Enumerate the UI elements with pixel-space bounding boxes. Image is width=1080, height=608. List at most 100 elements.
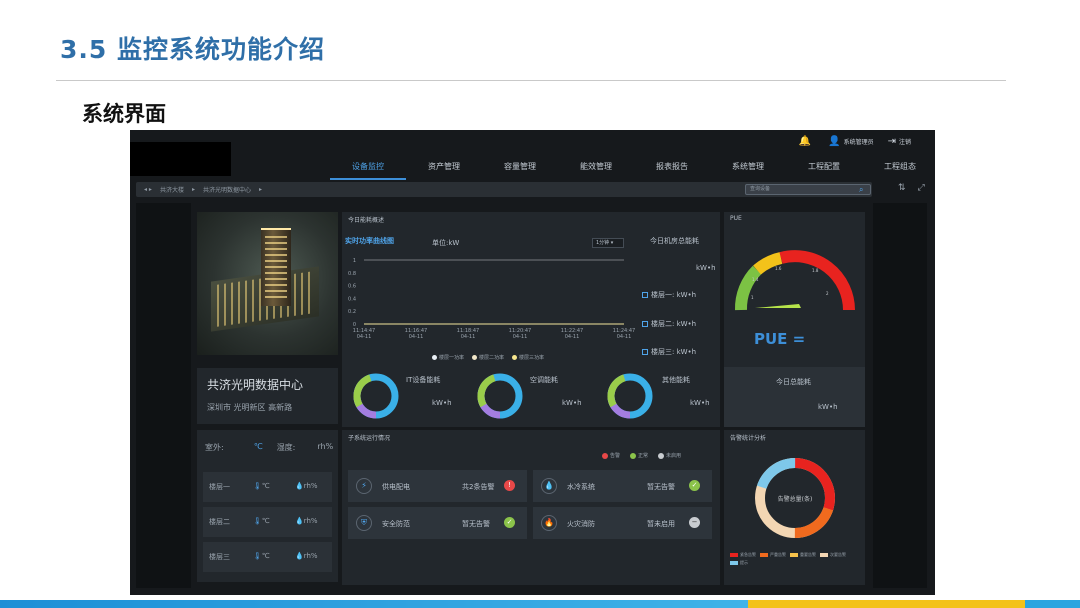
tool-icons: ⇅ ⤢ [898, 183, 925, 193]
shield-icon: ⛨ [356, 515, 372, 531]
nav-topology[interactable]: 工程组态 [862, 158, 935, 180]
daily-energy-title: 今日机房总能耗 [650, 237, 699, 245]
legend-alarm: 告警 [602, 452, 620, 459]
y-tick-label: 0.8 [348, 271, 356, 277]
nav-reports[interactable]: 报表报告 [634, 158, 710, 180]
nav-asset[interactable]: 资产管理 [406, 158, 482, 180]
daily-total-unit: kW•h [818, 403, 838, 411]
legend-item[interactable]: 楼层三功率 [512, 354, 544, 361]
legend-item[interactable]: 次要告警 [820, 552, 846, 558]
chart-title: 实时功率曲线图 [345, 237, 394, 245]
legend-item[interactable]: 楼层二功率 [472, 354, 504, 361]
card-title: 子系统运行情况 [348, 435, 391, 442]
gauge-tick: 1 [751, 295, 754, 300]
thermometer-icon: 🌡 [253, 552, 262, 560]
pue-value: PUE = [754, 330, 806, 348]
user-label: 系统管理员 [843, 139, 874, 146]
nav-capacity[interactable]: 容量管理 [482, 158, 558, 180]
main-nav: 设备监控 资产管理 容量管理 能效管理 报表报告 系统管理 工程配置 工程组态 [330, 158, 935, 180]
bell-icon[interactable]: 🔔 [799, 136, 811, 147]
ring-unit: kW•h [432, 399, 452, 407]
logout-label: 注销 [898, 139, 911, 146]
outdoor-label: 室外: [205, 443, 224, 452]
left-gutter [136, 203, 191, 588]
gauge-tick: 2 [826, 291, 829, 296]
nav-device-monitor[interactable]: 设备监控 [330, 158, 406, 180]
breadcrumb-item-datacenter[interactable]: 共济光明数据中心 [203, 185, 251, 194]
nav-config[interactable]: 工程配置 [786, 158, 862, 180]
floor-energy-2[interactable]: 楼层二: kW•h [642, 319, 696, 329]
y-tick-label: 0.4 [348, 296, 356, 302]
subsystem-status: 共2条告警 [462, 483, 495, 491]
subsystem-name: 安全防范 [382, 520, 410, 528]
search-icon[interactable]: ⌕ [859, 185, 863, 195]
gauge-tick: 1.8 [812, 268, 819, 273]
legend-item[interactable]: 楼层一功率 [432, 354, 464, 361]
subsystem-name: 火灾消防 [567, 520, 595, 528]
interval-select[interactable]: 1分钟 ▾ [592, 238, 624, 248]
sort-icon[interactable]: ⇅ [898, 183, 906, 193]
floor-energy-1[interactable]: 楼层一: kW•h [642, 290, 696, 300]
daily-energy-unit: kW•h [696, 264, 716, 272]
floor-humidity: 💧rh% [295, 552, 318, 560]
water-drop-icon: 💧 [295, 482, 304, 490]
checkbox[interactable] [642, 292, 648, 298]
subsystem-security[interactable]: ⛨ 安全防范 暂无告警 ✓ [348, 507, 527, 539]
floor-env-2: 楼层二 🌡℃ 💧rh% [203, 507, 332, 537]
ac-energy-ring [477, 373, 523, 419]
card-title: 今日能耗概述 [348, 217, 385, 224]
footer-bar-blue [0, 600, 748, 608]
x-tick-label: 04-11 [617, 334, 632, 340]
floor-temp: 🌡℃ [253, 482, 270, 490]
ring-label: IT设备能耗 [406, 376, 441, 384]
legend-item[interactable]: 重要告警 [790, 552, 816, 558]
breadcrumb-item-building[interactable]: 共济大楼 [160, 185, 184, 194]
legend-item[interactable]: 提示 [730, 560, 748, 566]
subsystem-status: 暂无告警 [647, 483, 675, 491]
daily-total-title: 今日总能耗 [776, 378, 811, 386]
x-tick-label: 04-11 [409, 334, 424, 340]
gauge-tick: 1.6 [775, 266, 782, 271]
footer-bar-yellow [748, 600, 1025, 608]
legend-item[interactable]: 紧急告警 [730, 552, 756, 558]
checkbox[interactable] [642, 349, 648, 355]
floor-label: 楼层一 [209, 483, 230, 491]
y-tick-label: 0.6 [348, 284, 356, 290]
checkbox[interactable] [642, 321, 648, 327]
subsystem-status: 暂无告警 [462, 520, 490, 528]
floor-label: 楼层三 [209, 553, 230, 561]
legend-normal: 正常 [630, 452, 648, 459]
ok-badge: ✓ [689, 480, 700, 491]
floor-energy-3[interactable]: 楼层三: kW•h [642, 347, 696, 357]
it-energy-ring [353, 373, 399, 419]
water-drop-icon: 💧 [295, 552, 304, 560]
logout-button[interactable]: ⇥ 注销 [888, 136, 911, 147]
datacenter-address: 深圳市 光明新区 高新路 [207, 403, 293, 412]
search-input[interactable]: 查询设备 [745, 184, 871, 195]
power-line-chart: 10.80.60.40.2011:14:4704-1111:16:4704-11… [348, 258, 635, 340]
nav-energy[interactable]: 能效管理 [558, 158, 634, 180]
thermometer-icon: 🌡 [253, 482, 262, 490]
top-toolbar: 🔔 👤 系统管理员 ⇥ 注销 [799, 136, 911, 147]
water-drop-icon: 💧 [295, 517, 304, 525]
chart-unit-label: 单位:kW [432, 239, 460, 247]
subsystem-fire[interactable]: 🔥 火灾消防 暂未启用 − [533, 507, 712, 539]
user-menu[interactable]: 👤 系统管理员 [828, 136, 873, 147]
back-icon[interactable]: ◂ ▸ [144, 186, 152, 193]
nav-system[interactable]: 系统管理 [710, 158, 786, 180]
subsystem-water[interactable]: 💧 水冷系统 暂无告警 ✓ [533, 470, 712, 502]
subsystem-name: 水冷系统 [567, 483, 595, 491]
fullscreen-icon[interactable]: ⤢ [918, 183, 925, 193]
chart-legend: 楼层一功率 楼层二功率 楼层三功率 [432, 354, 544, 361]
building-rendering [197, 212, 338, 355]
pue-gauge: 1 1.4 1.6 1.8 2 [735, 250, 855, 311]
floor-temp: 🌡℃ [253, 552, 270, 560]
alarm-badge: ! [504, 480, 515, 491]
y-tick-label: 1 [353, 258, 356, 264]
water-drop-icon: 💧 [541, 478, 557, 494]
logout-icon: ⇥ [887, 136, 896, 147]
ok-badge: ✓ [504, 517, 515, 528]
ring-unit: kW•h [690, 399, 710, 407]
legend-item[interactable]: 严重告警 [760, 552, 786, 558]
subsystem-power[interactable]: ⚡ 供电配电 共2条告警 ! [348, 470, 527, 502]
